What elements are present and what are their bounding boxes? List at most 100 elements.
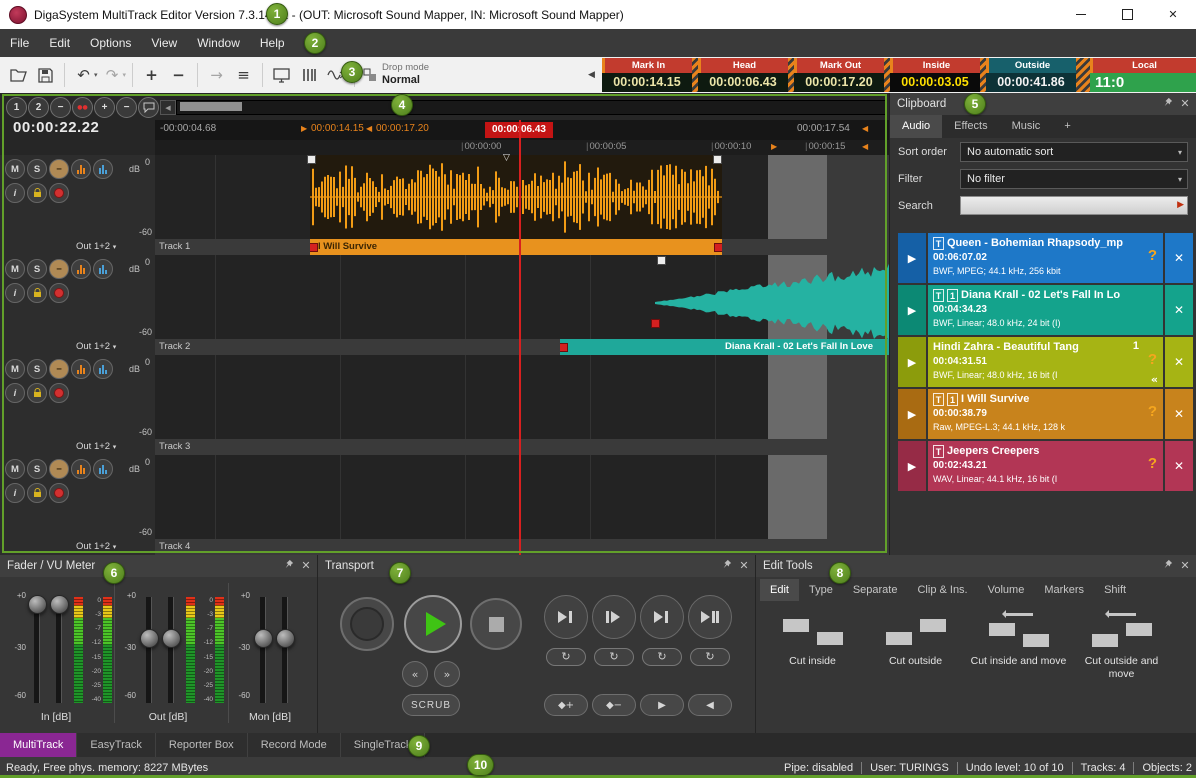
timeline-scroll-left-button[interactable]: ◀ (160, 100, 176, 115)
meter-b-button[interactable] (93, 359, 113, 379)
solo-button[interactable]: S (27, 359, 47, 379)
clip-handle[interactable] (310, 243, 318, 252)
tab-markers[interactable]: Markers (1034, 579, 1094, 601)
drop-mode-control[interactable]: Drop modeNormal (363, 63, 429, 87)
zoom-in-button[interactable]: + (94, 97, 115, 118)
track-name[interactable]: Track 1 (159, 241, 190, 252)
remove-icon[interactable]: − (166, 62, 191, 88)
fader-knob[interactable] (50, 595, 69, 614)
meter-b-button[interactable] (93, 159, 113, 179)
clip-play-button[interactable]: ▶ (898, 337, 926, 387)
timebox-value[interactable]: 00:00:06.43 (698, 73, 788, 92)
rewind-button[interactable]: « (402, 661, 428, 687)
track-title-bar[interactable]: Track 4 (155, 539, 889, 555)
tab-edit[interactable]: Edit (760, 579, 799, 601)
cut-inside-and-move-button[interactable]: Cut inside and move (970, 611, 1067, 668)
record-button[interactable] (340, 597, 394, 651)
track-output-select[interactable]: Out 1+2 ▾ (0, 239, 155, 255)
mark-in-icon[interactable]: ▶ (301, 124, 307, 133)
fader-track[interactable] (146, 597, 152, 703)
info-button[interactable]: i (5, 483, 25, 503)
clipboard-item[interactable]: ▶ T1I Will Survive 00:00:38.79 Raw, MPEG… (898, 389, 1193, 439)
meter-a-button[interactable] (71, 459, 91, 479)
clip-handle[interactable] (713, 155, 722, 164)
fader-track[interactable] (282, 597, 288, 703)
clip-remove-button[interactable]: ✕ (1165, 233, 1193, 283)
playhead[interactable] (519, 120, 521, 555)
pin-icon[interactable] (1160, 555, 1176, 577)
lock-button[interactable] (27, 483, 47, 503)
pin-icon[interactable] (281, 555, 297, 577)
fader-knob[interactable] (276, 629, 295, 648)
filter-select[interactable]: No filter▾ (960, 169, 1188, 189)
play-selection-button[interactable]: ▶ (640, 694, 684, 716)
track-title-bar[interactable]: Track 3 (155, 439, 889, 455)
clip-handle[interactable] (307, 155, 316, 164)
mark-out-icon[interactable]: ◀ (366, 124, 372, 133)
timeline-scrollbar-thumb[interactable] (180, 102, 242, 111)
clip-item-body[interactable]: Hindi Zahra - Beautiful Tang 00:04:31.51… (928, 337, 1163, 387)
clip-item-body[interactable]: T1I Will Survive 00:00:38.79 Raw, MPEG-L… (928, 389, 1163, 439)
clipboard-item[interactable]: ▶ TJeepers Creepers 00:02:43.21 WAV, Lin… (898, 441, 1193, 491)
info-button[interactable]: i (5, 283, 25, 303)
mono-button[interactable]: − (49, 359, 69, 379)
menu-view[interactable]: View (141, 29, 187, 57)
track-lane[interactable] (155, 455, 889, 539)
clipboard-item[interactable]: ▶ TQueen - Bohemian Rhapsody_mp 00:06:07… (898, 233, 1193, 283)
help-icon[interactable]: ? (1148, 455, 1157, 472)
close-icon[interactable]: ✕ (736, 555, 752, 577)
tab-clip-ins[interactable]: Clip & Ins. (907, 579, 977, 601)
play-to-mark-button[interactable] (544, 595, 588, 639)
lock-button[interactable] (27, 283, 47, 303)
menu-file[interactable]: File (0, 29, 39, 57)
clip-handle[interactable] (714, 243, 722, 252)
mono-button[interactable]: − (49, 459, 69, 479)
tab-record-mode[interactable]: Record Mode (248, 733, 341, 757)
clip-item-body[interactable]: T1Diana Krall - 02 Let's Fall In Lo 00:0… (928, 285, 1163, 335)
add-icon[interactable]: + (139, 62, 164, 88)
help-icon[interactable]: ? (1148, 351, 1157, 368)
pin-icon[interactable] (719, 555, 735, 577)
play-from-mark-button[interactable] (592, 595, 636, 639)
meter-a-button[interactable] (71, 359, 91, 379)
timeline-scrollbar[interactable] (176, 100, 886, 115)
track-output-select[interactable]: Out 1+2 ▾ (0, 539, 155, 555)
save-icon[interactable] (33, 62, 58, 88)
play-button[interactable] (404, 595, 462, 653)
clip-item-body[interactable]: TJeepers Creepers 00:02:43.21 WAV, Linea… (928, 441, 1163, 491)
loop-button[interactable]: ↻ (546, 648, 586, 666)
cut-outside-button[interactable]: Cut outside (867, 611, 964, 668)
meter-b-button[interactable] (93, 459, 113, 479)
clip-item-body[interactable]: TQueen - Bohemian Rhapsody_mp 00:06:07.0… (928, 233, 1163, 283)
clip-remove-button[interactable]: ✕ (1165, 285, 1193, 335)
view-preset-1-button[interactable]: 1 (6, 97, 27, 118)
mono-button[interactable]: − (49, 259, 69, 279)
mute-button[interactable]: M (5, 259, 25, 279)
clipboard-item[interactable]: ▶ Hindi Zahra - Beautiful Tang 00:04:31.… (898, 337, 1193, 387)
zoom-out-button[interactable]: − (116, 97, 137, 118)
timebox-value[interactable]: 00:00:14.15 (602, 73, 692, 92)
track-title-bar[interactable]: Track 1 I Will Survive (155, 239, 889, 255)
timeline-ruler-markers[interactable]: -00:00:04.68 ▶ 00:00:14.15 ◀ 00:00:17.20… (155, 120, 889, 140)
record-arm-button[interactable] (49, 483, 69, 503)
tab-effects[interactable]: Effects (942, 115, 999, 138)
timebox-value[interactable]: 11:0 (1090, 73, 1196, 92)
clip-marker-icon[interactable]: ▽ (503, 153, 510, 163)
mute-button[interactable]: M (5, 459, 25, 479)
fader-knob[interactable] (162, 629, 181, 648)
menu-help[interactable]: Help (250, 29, 295, 57)
track-lane[interactable] (155, 355, 889, 439)
close-icon[interactable]: ✕ (298, 555, 314, 577)
record-arm-button[interactable] (49, 183, 69, 203)
meter-a-button[interactable] (71, 159, 91, 179)
solo-button[interactable]: S (27, 459, 47, 479)
ruler-right-marker-icon[interactable]: ◀ (862, 124, 868, 133)
loop-button[interactable]: ↻ (642, 648, 682, 666)
tab-multitrack[interactable]: MultiTrack (0, 733, 77, 757)
loop-button[interactable]: ↻ (690, 648, 730, 666)
move-right-icon[interactable]: → (204, 62, 229, 88)
track-title-bar[interactable]: Track 2 Diana Krall - 02 Let's Fall In L… (155, 339, 889, 355)
track-output-select[interactable]: Out 1+2 ▾ (0, 439, 155, 455)
clip-play-button[interactable]: ▶ (898, 441, 926, 491)
loop-button[interactable]: ↻ (594, 648, 634, 666)
